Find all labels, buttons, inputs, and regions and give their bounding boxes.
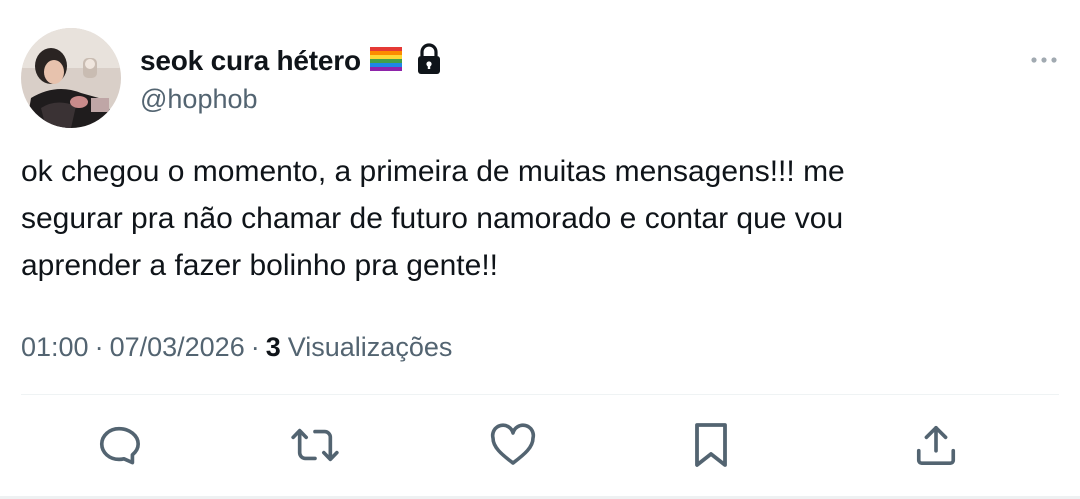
divider [21, 394, 1059, 395]
display-name[interactable]: seok cura hétero [140, 44, 361, 78]
action-bar [0, 420, 1080, 476]
reply-icon [99, 426, 140, 465]
more-options-icon[interactable] [1029, 50, 1059, 70]
views-label[interactable]: Visualizações [288, 330, 453, 364]
avatar[interactable] [21, 28, 121, 128]
retweet-icon [291, 428, 339, 462]
tweet-card: seok cura hétero @hophob ok chegou o mom… [0, 0, 1080, 499]
tweet-meta: 01:00 · 07/03/2026 · 3 Visualizações [21, 330, 452, 364]
user-name-row[interactable]: seok cura hétero [140, 42, 442, 80]
share-icon [916, 425, 956, 466]
like-button[interactable] [488, 420, 538, 470]
lock-icon [416, 42, 442, 80]
rainbow-flag-icon [369, 46, 402, 76]
user-handle[interactable]: @hophob [140, 83, 258, 115]
bookmark-button[interactable] [686, 420, 736, 470]
tweet-date[interactable]: 07/03/2026 [110, 330, 245, 364]
share-button[interactable] [911, 420, 961, 470]
like-icon [490, 423, 536, 465]
meta-separator: · [94, 332, 104, 362]
meta-separator: · [250, 332, 260, 362]
retweet-button[interactable] [290, 420, 340, 470]
bookmark-icon [695, 423, 727, 467]
tweet-text: ok chegou o momento, a primeira de muita… [21, 155, 845, 282]
tweet-time[interactable]: 01:00 [21, 330, 89, 364]
views-count[interactable]: 3 [266, 330, 281, 364]
reply-button[interactable] [94, 420, 144, 470]
